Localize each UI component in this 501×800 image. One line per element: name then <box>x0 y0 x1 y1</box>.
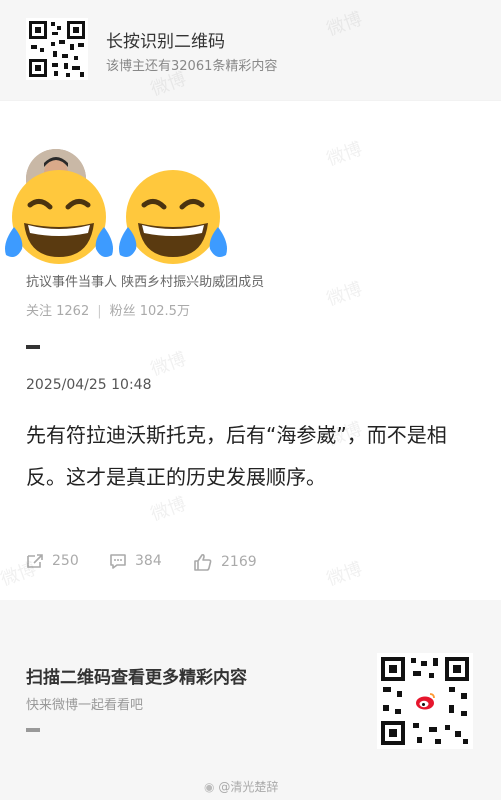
bottom-qr-section: 扫描二维码查看更多精彩内容 快来微博一起看看吧 ◉ @清光楚辞 <box>0 600 501 800</box>
laughing-tears-emoji <box>119 170 227 264</box>
like-count: 2169 <box>221 554 257 570</box>
follow-count[interactable]: 关注 1262 <box>26 304 89 319</box>
laughing-tears-emoji <box>5 170 113 264</box>
bottom-divider <box>26 728 40 732</box>
comment-count: 384 <box>135 553 162 569</box>
repost-icon <box>27 554 43 568</box>
author-watermark: ◉ @清光楚辞 <box>204 778 278 795</box>
stats-divider: | <box>97 304 102 319</box>
profile-description: 抗议事件当事人 陕西乡村振兴助威团成员 <box>26 275 265 290</box>
repost-count: 250 <box>52 553 79 569</box>
bottom-title: 扫描二维码查看更多精彩内容 <box>26 668 247 688</box>
comment-button[interactable]: 384 <box>109 553 162 569</box>
watermark-text: @清光楚辞 <box>218 780 279 794</box>
repost-button[interactable]: 250 <box>26 553 79 569</box>
post-date: 2025/04/25 10:48 <box>26 377 152 393</box>
profile-stats: 关注 1262 | 粉丝 102.5万 <box>26 300 190 319</box>
post-card: 抗议事件当事人 陕西乡村振兴助威团成员 关注 1262 | 粉丝 102.5万 20… <box>0 101 501 600</box>
qr-banner[interactable]: 长按识别二维码 该博主还有32061条精彩内容 <box>0 0 501 100</box>
bottom-subtitle: 快来微博一起看看吧 <box>26 698 144 713</box>
banner-subtitle: 该博主还有32061条精彩内容 <box>106 59 278 74</box>
post-content: 先有符拉迪沃斯托克，后有“海参崴”，而不是相反。这才是真正的历史发展顺序。 <box>26 423 447 489</box>
banner-title: 长按识别二维码 <box>106 32 225 52</box>
comment-icon <box>110 554 126 569</box>
qr-code-icon <box>26 18 88 80</box>
fans-count[interactable]: 粉丝 102.5万 <box>110 304 190 319</box>
like-icon <box>194 553 212 571</box>
like-button[interactable]: 2169 <box>193 553 257 571</box>
weibo-logo-icon: ◉ <box>204 780 215 794</box>
qr-code-icon[interactable] <box>377 653 473 749</box>
section-divider <box>26 345 40 349</box>
